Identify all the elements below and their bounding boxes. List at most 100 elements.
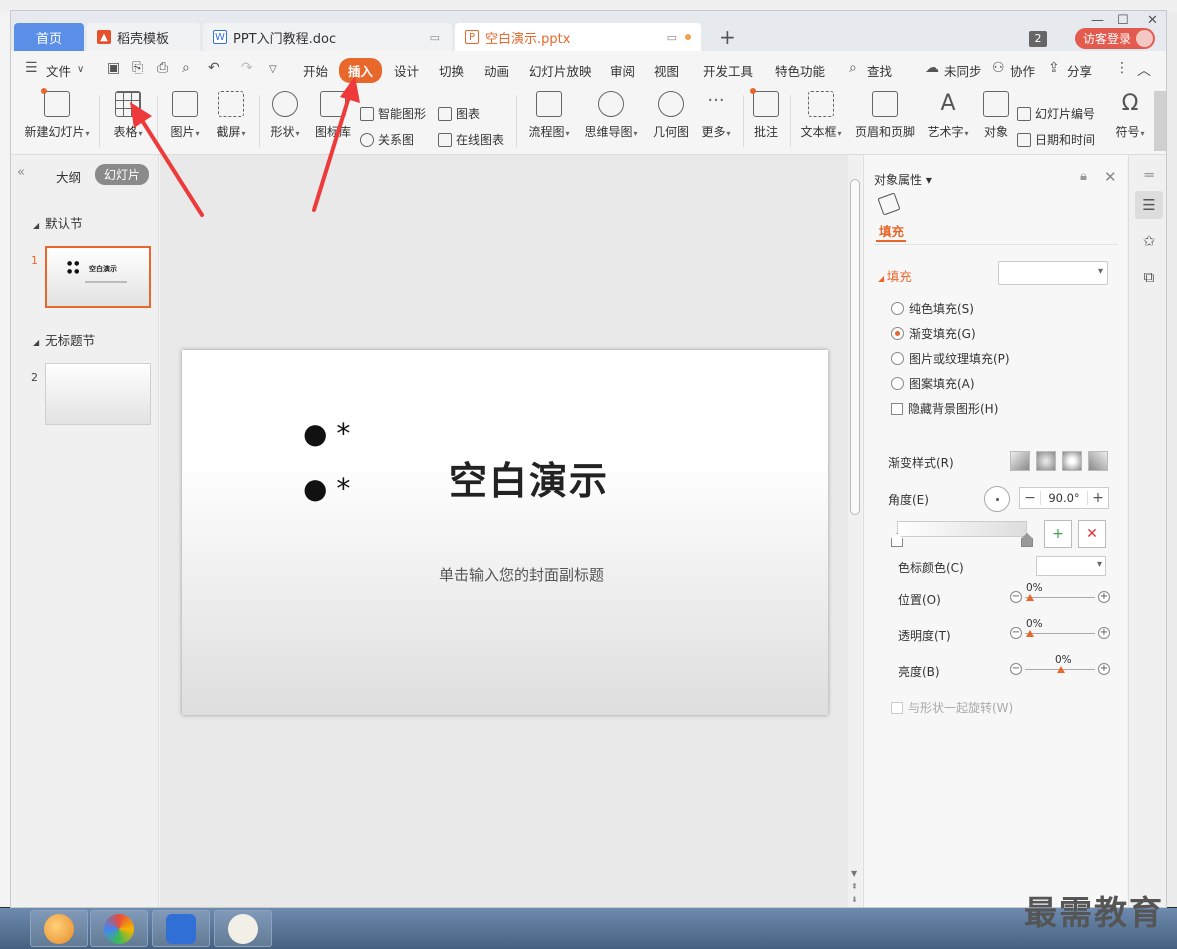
mindmap-button[interactable]: 思维导图▾	[582, 91, 640, 140]
scroll-down-icon[interactable]: ▼	[851, 869, 857, 878]
angle-dial[interactable]	[984, 486, 1010, 512]
position-slider[interactable]: − 0% +	[1010, 582, 1110, 605]
slide-thumbnail-1[interactable]: ● ● ● ● 空白演示	[45, 246, 151, 308]
menu-collab[interactable]: 协作	[1010, 61, 1035, 80]
more-button[interactable]: ··· 更多▾	[697, 91, 735, 140]
decrement-icon[interactable]: −	[1020, 490, 1040, 506]
cloud-icon[interactable]: ☁	[925, 60, 939, 76]
plus-icon[interactable]: +	[1098, 627, 1110, 639]
radio-pattern-fill[interactable]: 图案填充(A)	[891, 375, 975, 392]
menu-view[interactable]: 视图	[654, 61, 679, 80]
smart-art-button[interactable]: 智能图形	[360, 105, 426, 122]
print-icon[interactable]: ⎙	[157, 60, 168, 76]
menu-start[interactable]: 开始	[303, 61, 328, 80]
collab-icon[interactable]: ⚇	[992, 60, 1005, 76]
gradient-bar[interactable]	[897, 521, 1027, 537]
export-icon[interactable]: ⎘	[132, 60, 143, 76]
share-icon[interactable]: ⇪	[1048, 60, 1060, 76]
menu-insert[interactable]: 插入	[339, 58, 383, 83]
checkbox-rotate-with-shape[interactable]: 与形状一起旋转(W)	[891, 699, 1013, 716]
prev-slide-icon[interactable]: ⇞	[851, 882, 858, 891]
guest-login-button[interactable]: 访客登录	[1075, 28, 1155, 49]
properties-icon[interactable]: ☰	[1135, 191, 1163, 219]
minimize-icon[interactable]: —	[1091, 13, 1104, 28]
radio-picture-fill[interactable]: 图片或纹理填充(P)	[891, 350, 1010, 367]
radio-gradient-fill[interactable]: 渐变填充(G)	[891, 325, 976, 342]
window-count-badge[interactable]: 2	[1029, 31, 1047, 47]
stop-color-dropdown[interactable]	[1036, 556, 1106, 576]
menu-transition[interactable]: 切换	[439, 61, 464, 80]
screenshot-button[interactable]: 截屏▾	[211, 91, 251, 140]
chevron-down-icon[interactable]: ∨	[77, 64, 84, 75]
gradient-style-linear[interactable]	[1010, 451, 1030, 471]
taskbar-app-browser[interactable]	[90, 910, 148, 947]
picture-button[interactable]: 图片▾	[166, 91, 204, 140]
add-stop-icon[interactable]: +	[1044, 520, 1072, 548]
header-footer-button[interactable]: 页眉和页脚	[854, 91, 916, 140]
slide-thumbnail-2[interactable]	[45, 363, 151, 425]
gradient-style-rectangular[interactable]	[1062, 451, 1082, 471]
slide-number-button[interactable]: 幻灯片编号	[1017, 105, 1095, 122]
wordart-button[interactable]: A 艺术字▾	[925, 91, 971, 140]
more-options-icon[interactable]: ⋮	[1115, 60, 1129, 76]
minus-icon[interactable]: −	[1010, 627, 1022, 639]
tab-outline[interactable]: 大纲	[56, 167, 81, 186]
tab-doc[interactable]: W PPT入门教程.doc ▭	[203, 23, 452, 51]
slide-subtitle[interactable]: 单击输入您的封面副标题	[439, 564, 604, 585]
close-icon[interactable]: ✕	[1104, 168, 1117, 186]
search-icon[interactable]: ⌕	[849, 60, 857, 76]
transition-icon[interactable]: ⧉	[1135, 263, 1163, 291]
gradient-style-path[interactable]	[1088, 451, 1108, 471]
menu-animation[interactable]: 动画	[484, 61, 509, 80]
drag-handle-icon[interactable]: ═	[1135, 161, 1163, 189]
section-untitled[interactable]: 无标题节	[33, 330, 95, 349]
online-chart-button[interactable]: 在线图表	[438, 131, 504, 148]
undo-icon[interactable]: ↶	[208, 60, 220, 76]
lock-icon[interactable]: 🔒︎	[1080, 169, 1087, 184]
menu-share[interactable]: 分享	[1067, 61, 1092, 80]
new-slide-button[interactable]: 新建幻灯片▾	[21, 88, 93, 140]
tab-template[interactable]: ▲ 稻壳模板	[87, 23, 200, 51]
radio-solid-fill[interactable]: 纯色填充(S)	[891, 300, 974, 317]
table-button[interactable]: 表格▾	[107, 91, 149, 140]
scrollbar-thumb[interactable]	[850, 179, 860, 515]
relation-button[interactable]: 关系图	[360, 131, 414, 148]
slider-knob[interactable]	[1026, 630, 1034, 637]
customize-icon[interactable]: ▽	[269, 64, 277, 75]
increment-icon[interactable]: +	[1088, 490, 1108, 506]
menu-slideshow[interactable]: 幻灯片放映	[529, 61, 592, 80]
animation-icon[interactable]: ✩	[1135, 227, 1163, 255]
panel-title[interactable]: 对象属性 ▾	[874, 171, 932, 188]
taskbar-app-wps[interactable]	[152, 910, 210, 947]
maximize-icon[interactable]: ☐	[1117, 13, 1129, 28]
date-time-button[interactable]: 日期和时间	[1017, 131, 1095, 148]
object-button[interactable]: 对象	[981, 91, 1011, 140]
slider-knob[interactable]	[1026, 594, 1034, 601]
save-icon[interactable]: ▣	[107, 60, 120, 76]
canvas-scrollbar[interactable]: ▼ ⇞ ⇟	[848, 155, 862, 907]
taskbar-app-mushroom[interactable]	[30, 910, 88, 947]
close-icon[interactable]: ✕	[1147, 13, 1158, 28]
menu-devtools[interactable]: 开发工具	[703, 61, 753, 80]
fill-section-header[interactable]: 填充	[878, 266, 912, 285]
collapse-ribbon-icon[interactable]: ︿	[1137, 60, 1151, 80]
new-tab-button[interactable]: +	[719, 25, 736, 49]
redo-icon[interactable]: ↷	[241, 60, 253, 76]
collapse-panel-icon[interactable]: «	[17, 165, 25, 180]
menu-special[interactable]: 特色功能	[775, 61, 825, 80]
remove-stop-icon[interactable]: ✕	[1078, 520, 1106, 548]
next-slide-icon[interactable]: ⇟	[851, 895, 858, 904]
angle-value[interactable]: 90.0°	[1040, 491, 1088, 505]
plus-icon[interactable]: +	[1098, 663, 1110, 675]
bullet-placeholder-1[interactable]: ● *	[303, 420, 350, 448]
flowchart-button[interactable]: 流程图▾	[525, 91, 573, 140]
slider-knob[interactable]	[1057, 666, 1065, 673]
plus-icon[interactable]: +	[1098, 591, 1110, 603]
comment-button[interactable]: 批注	[750, 88, 781, 140]
shape-button[interactable]: 形状▾	[267, 91, 303, 140]
textbox-button[interactable]: 文本框▾	[798, 91, 844, 140]
hamburger-icon[interactable]: ☰	[25, 60, 38, 76]
fill-color-dropdown[interactable]	[998, 261, 1108, 285]
bullet-placeholder-2[interactable]: ● *	[303, 475, 350, 503]
preview-icon[interactable]: ⌕	[182, 60, 190, 76]
